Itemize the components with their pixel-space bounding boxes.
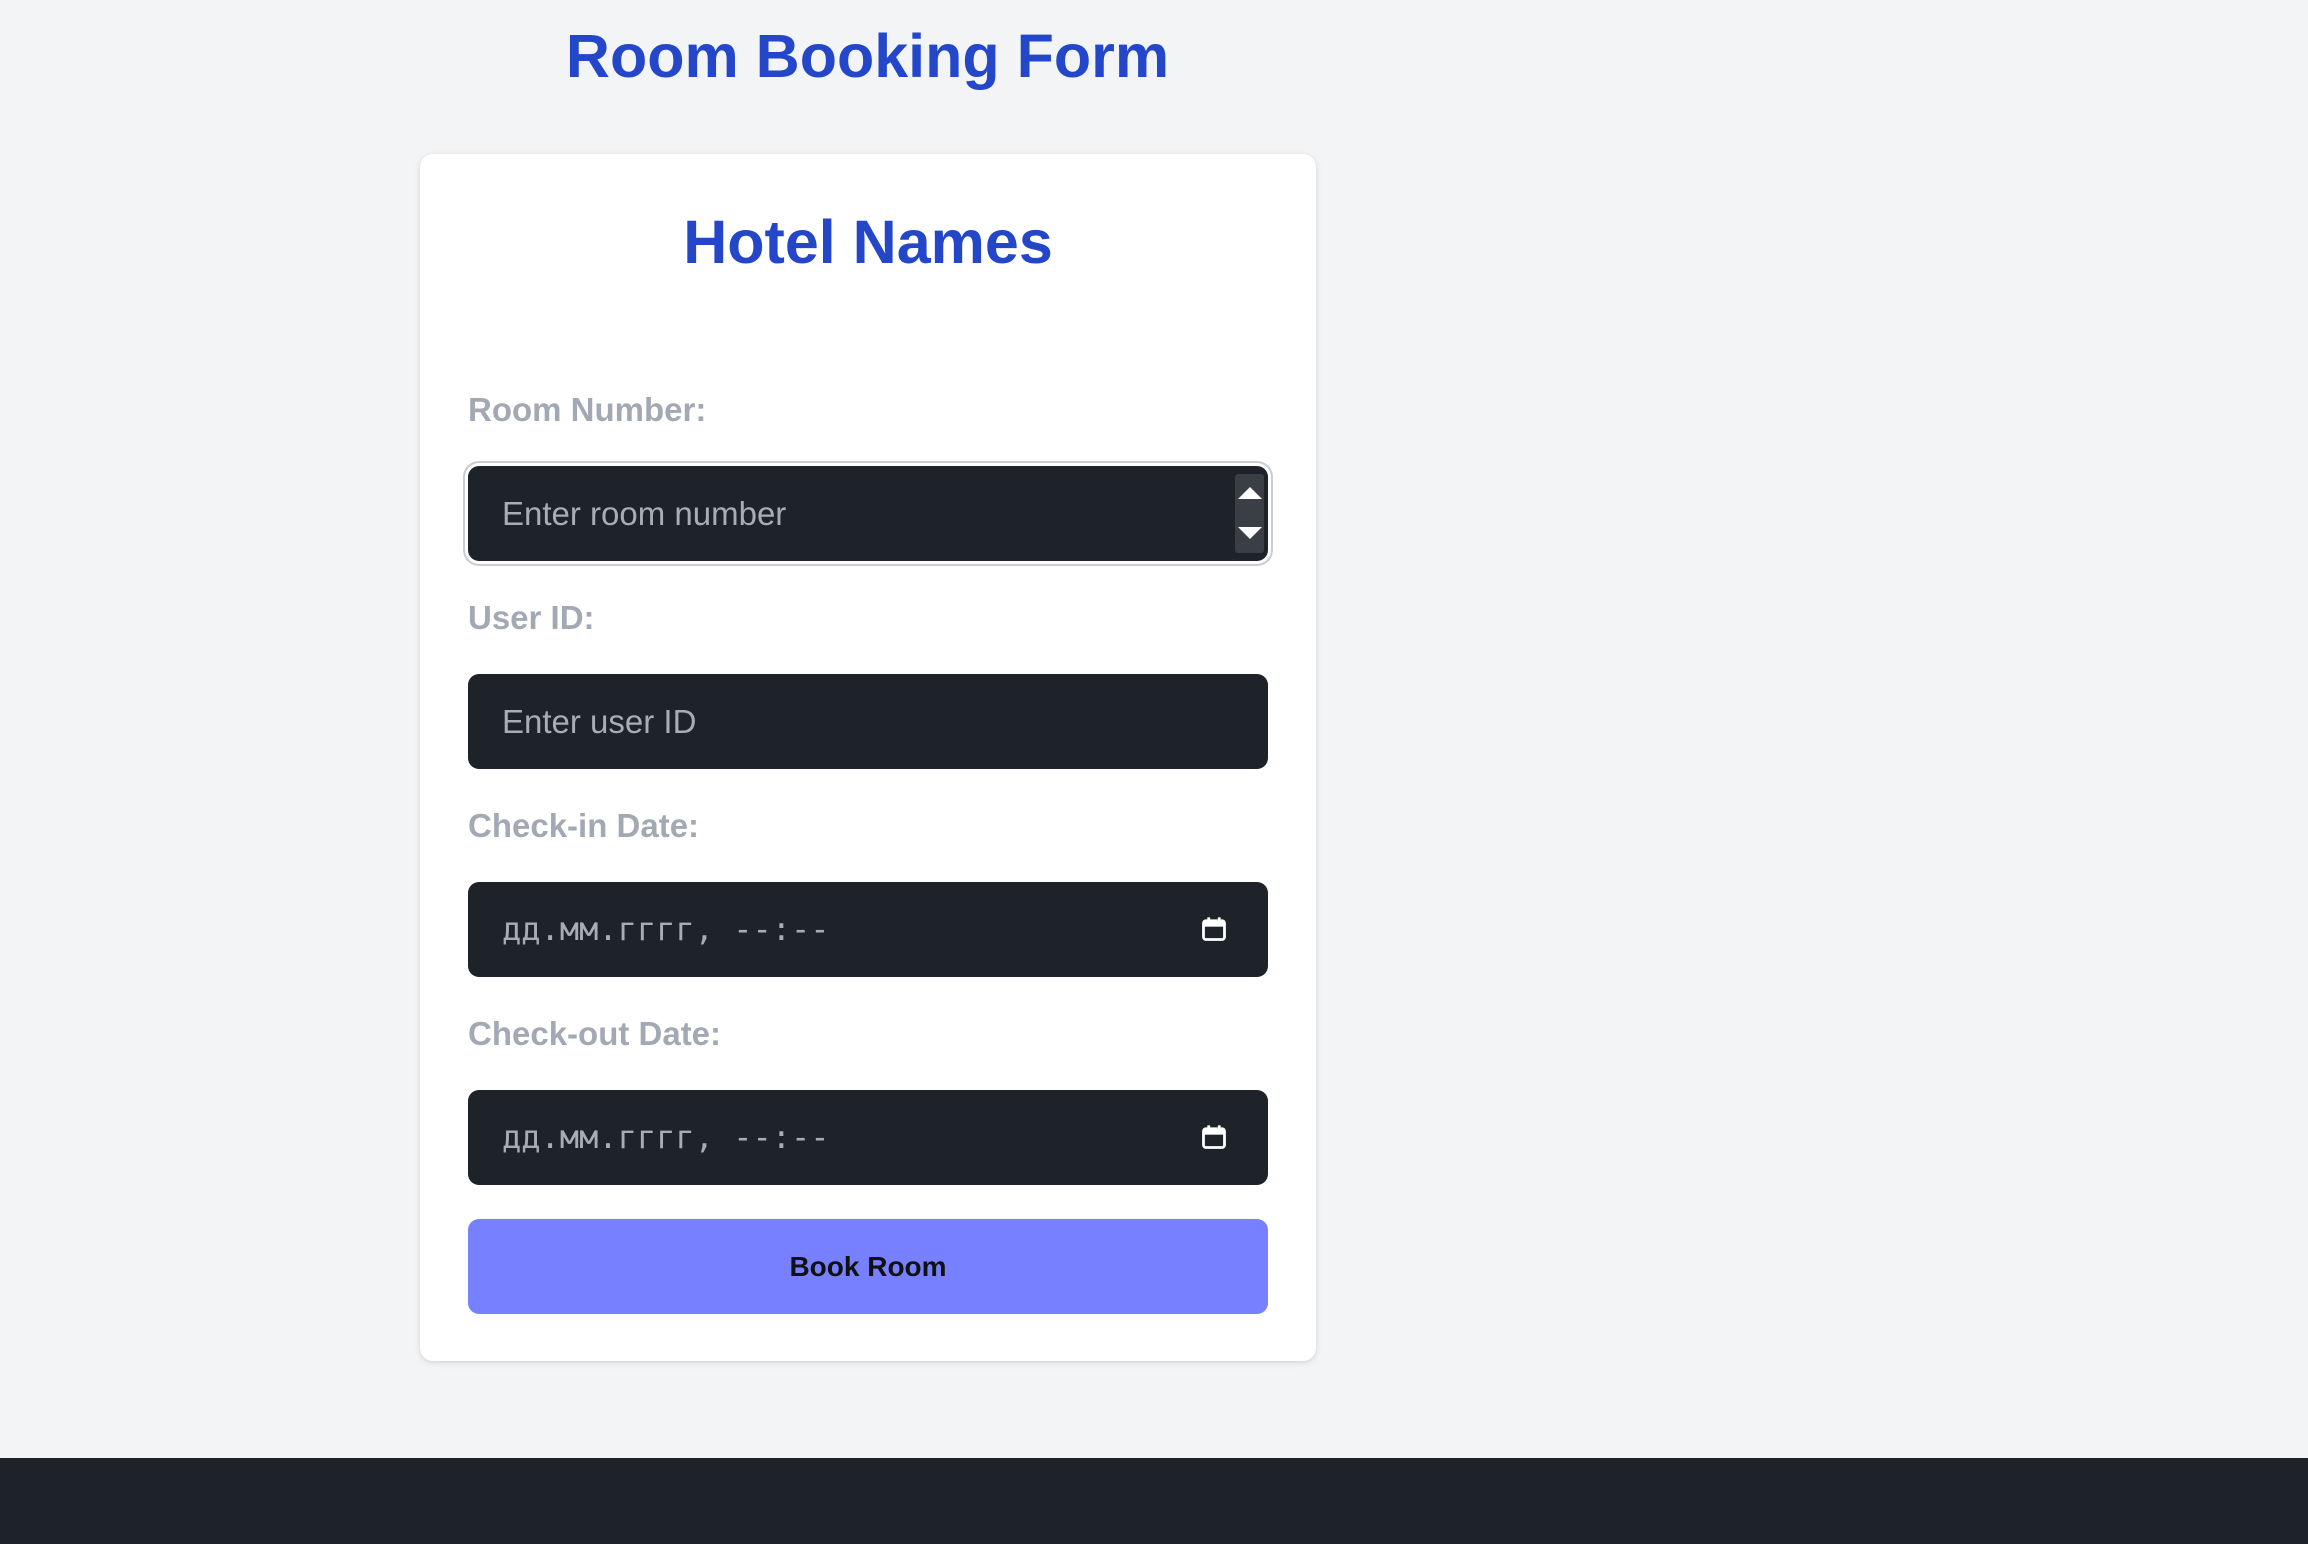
room-number-input[interactable] [468, 466, 1268, 561]
check-out-date-input[interactable]: дд.мм.гггг, --:-- [468, 1090, 1268, 1185]
hotel-name-heading: Hotel Names [683, 208, 1053, 276]
footer [0, 1458, 2308, 1544]
check-in-label: Check-in Date: [468, 807, 700, 844]
chevron-up-icon[interactable] [1235, 474, 1264, 513]
user-id-field [468, 674, 1268, 769]
booking-form-card: Hotel Names Room Number: User ID: Check-… [420, 154, 1316, 1361]
room-number-label: Room Number: [468, 391, 707, 428]
user-id-input[interactable] [468, 674, 1268, 769]
user-id-label: User ID: [468, 599, 595, 636]
book-room-button[interactable]: Book Room [468, 1219, 1268, 1314]
check-out-date-placeholder: дд.мм.гггг, --:-- [502, 1118, 830, 1156]
calendar-icon[interactable] [1200, 1123, 1228, 1151]
check-in-date-placeholder: дд.мм.гггг, --:-- [502, 910, 830, 948]
page-title: Room Booking Form [565, 22, 1170, 90]
room-number-field [468, 466, 1268, 561]
calendar-icon[interactable] [1200, 915, 1228, 943]
check-out-label: Check-out Date: [468, 1015, 722, 1052]
room-number-stepper[interactable] [1235, 474, 1264, 553]
chevron-down-icon[interactable] [1235, 514, 1264, 553]
check-in-date-input[interactable]: дд.мм.гггг, --:-- [468, 882, 1268, 977]
